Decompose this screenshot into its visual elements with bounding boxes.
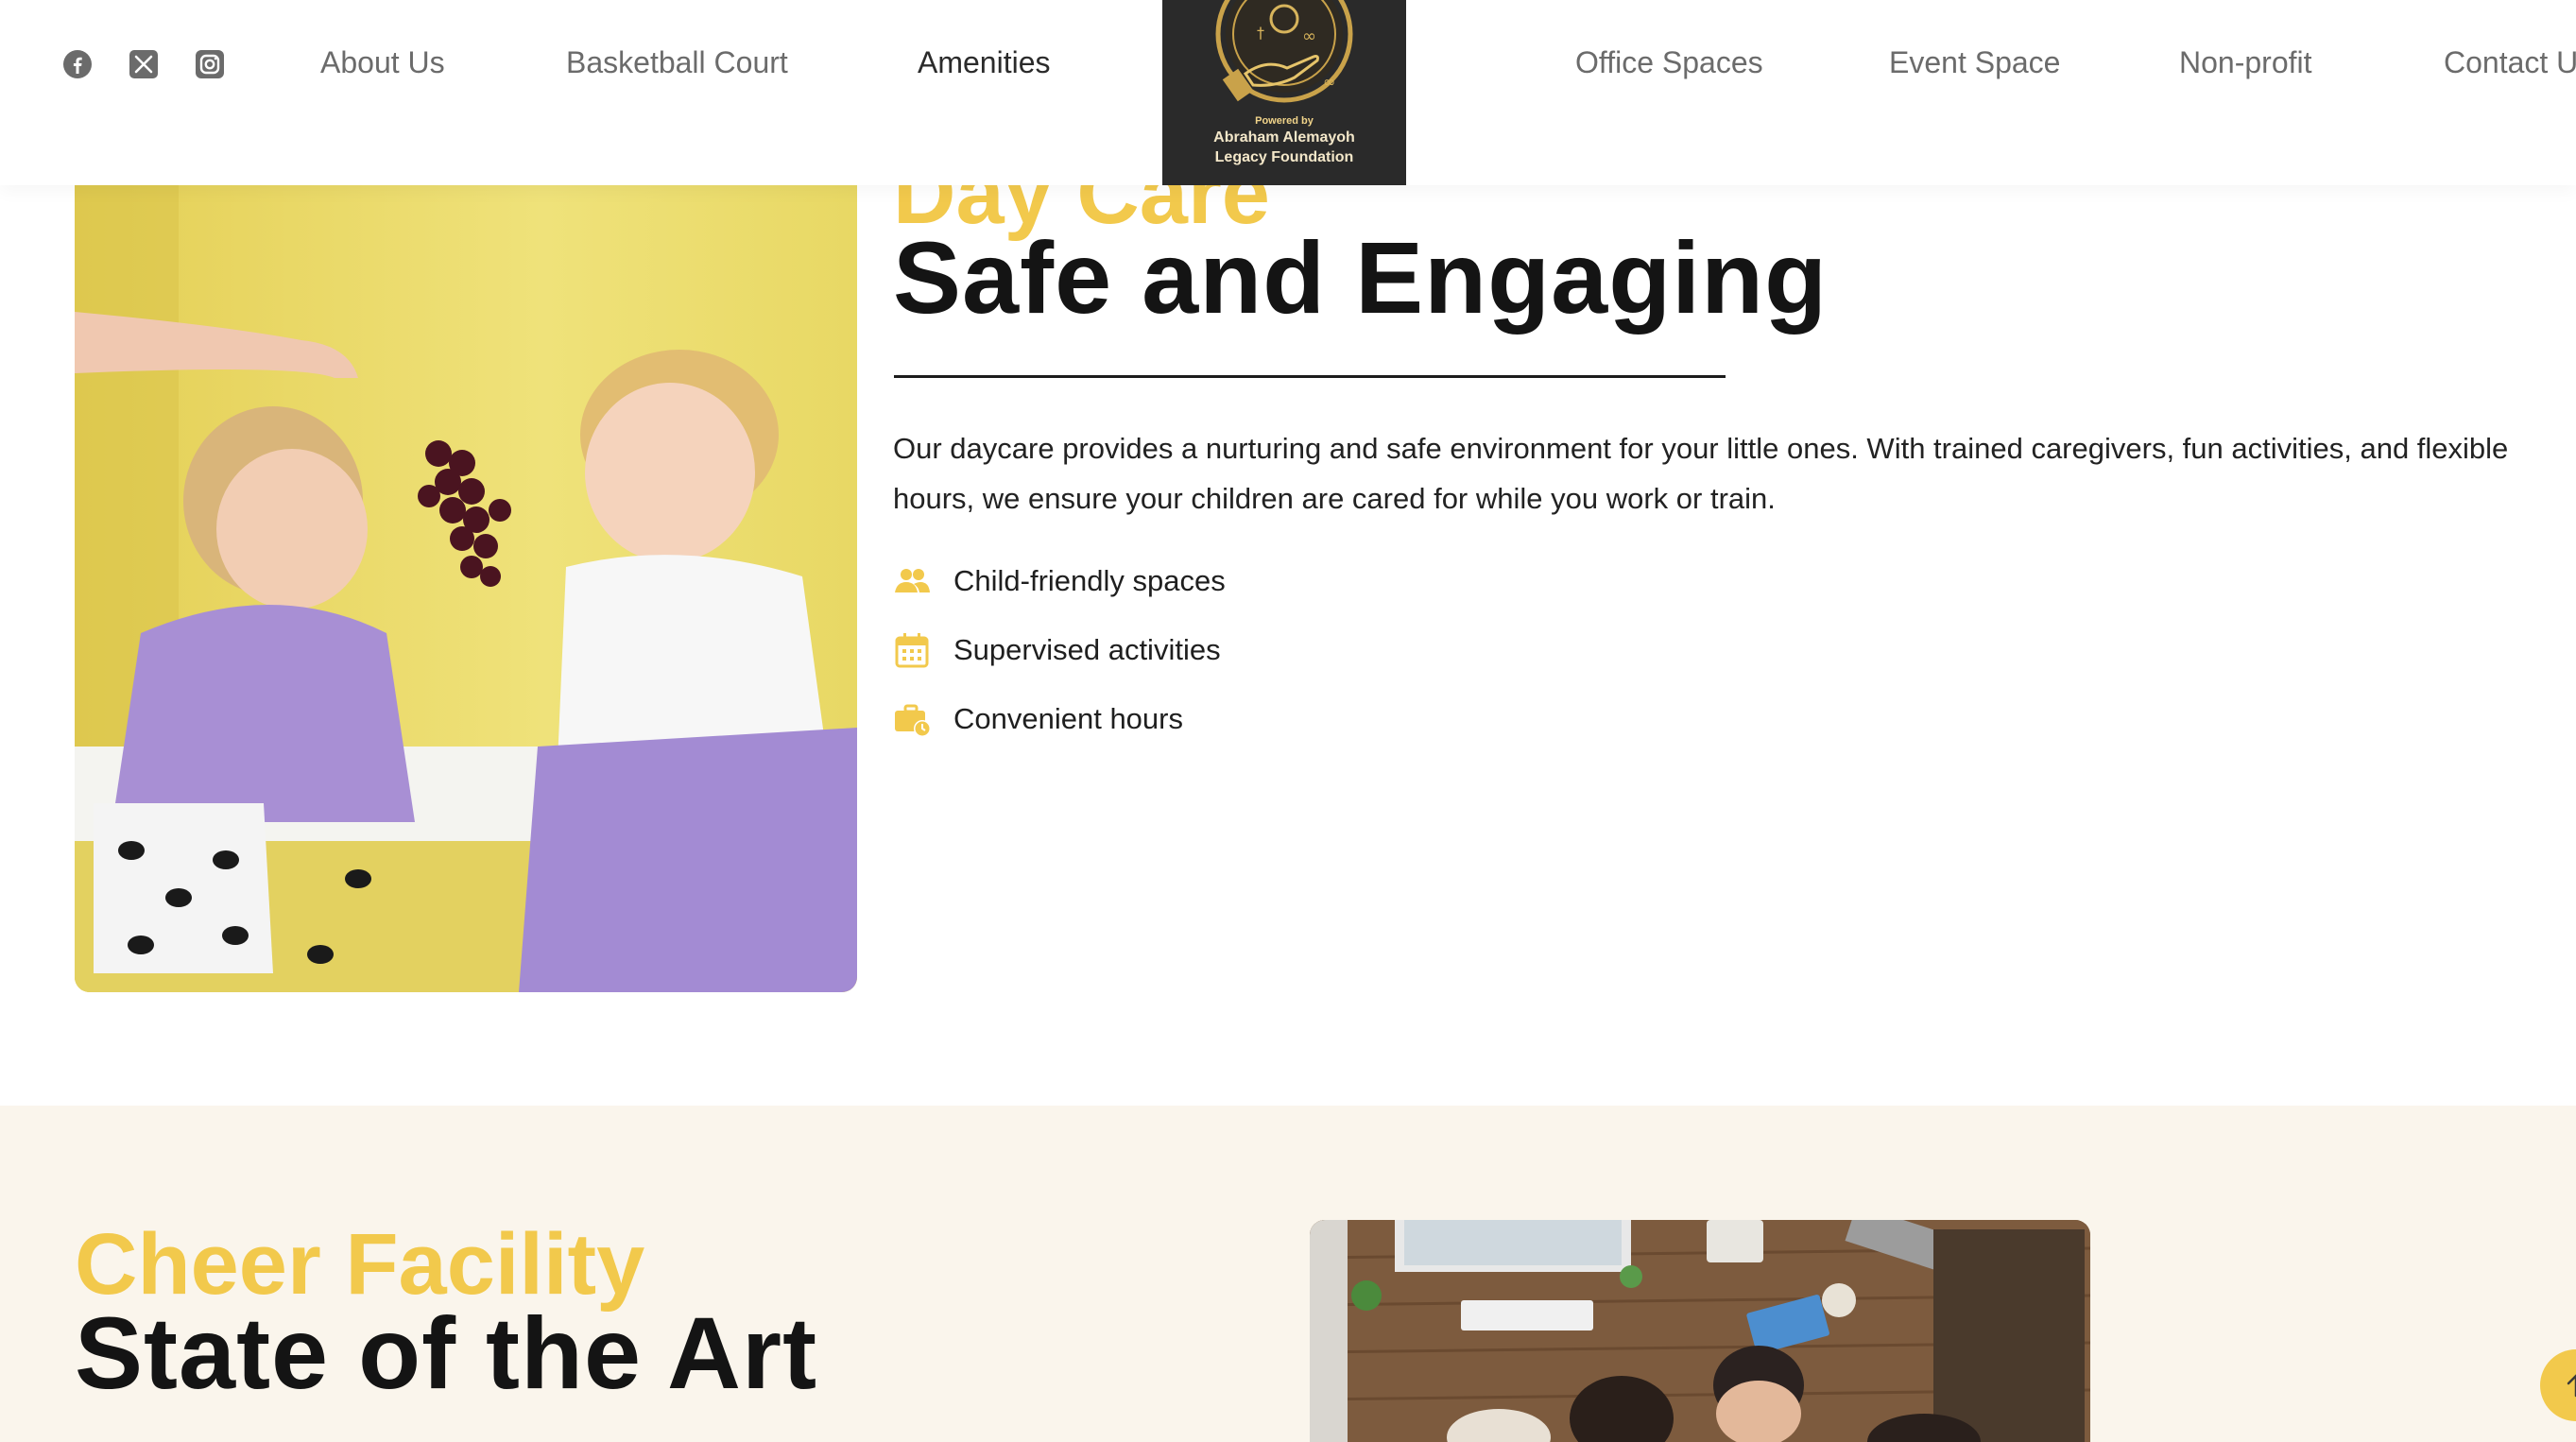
- foundation-logo[interactable]: † ∞ ∞ Powered by Abraham Alemayoh Legacy…: [1162, 0, 1406, 185]
- logo-foundation-name: Abraham Alemayoh Legacy Foundation: [1162, 128, 1406, 167]
- svg-text:∞: ∞: [1302, 26, 1316, 46]
- feature-item: Convenient hours: [893, 700, 1226, 738]
- cheer-title: State of the Art: [75, 1296, 818, 1410]
- nav-contact-us[interactable]: Contact U: [2444, 45, 2576, 80]
- feature-label: Convenient hours: [953, 702, 1183, 735]
- logo-emblem-icon: † ∞ ∞: [1215, 0, 1353, 103]
- nav-non-profit[interactable]: Non-profit: [2179, 45, 2312, 80]
- svg-text:†: †: [1257, 24, 1264, 42]
- svg-text:∞: ∞: [1323, 73, 1335, 91]
- users-icon: [895, 569, 930, 592]
- x-twitter-icon[interactable]: [129, 49, 159, 79]
- nav-basketball-court[interactable]: Basketball Court: [566, 45, 788, 80]
- feature-label: Child-friendly spaces: [953, 564, 1226, 597]
- facebook-icon[interactable]: [62, 49, 93, 79]
- nav-amenities[interactable]: Amenities: [918, 45, 1051, 80]
- nav-event-space[interactable]: Event Space: [1889, 45, 2060, 80]
- title-divider: [894, 375, 1726, 378]
- logo-name-line1: Abraham Alemayoh: [1213, 129, 1355, 146]
- daycare-children-photo: [75, 142, 857, 992]
- cheer-facility-photo: [1310, 1220, 2090, 1442]
- daycare-title: Safe and Engaging: [893, 220, 1829, 335]
- logo-name-line2: Legacy Foundation: [1214, 149, 1354, 165]
- feature-item: Child-friendly spaces: [893, 562, 1226, 600]
- nav-office-spaces[interactable]: Office Spaces: [1575, 45, 1763, 80]
- daycare-feature-list: Child-friendly spaces Supervised activit…: [893, 562, 1226, 769]
- feature-item: Supervised activities: [893, 631, 1226, 669]
- arrow-up-icon: [2567, 1374, 2576, 1398]
- site-header: About Us Basketball Court Amenities † ∞ …: [0, 0, 2576, 185]
- instagram-icon[interactable]: [195, 49, 225, 79]
- nav-about-us[interactable]: About Us: [320, 45, 445, 80]
- briefcase-clock-icon: [895, 704, 931, 737]
- daycare-description: Our daycare provides a nurturing and saf…: [893, 432, 2509, 515]
- calendar-icon: [895, 633, 929, 668]
- social-links: [62, 49, 225, 79]
- logo-powered-by: Powered by: [1255, 115, 1314, 127]
- feature-label: Supervised activities: [953, 633, 1221, 666]
